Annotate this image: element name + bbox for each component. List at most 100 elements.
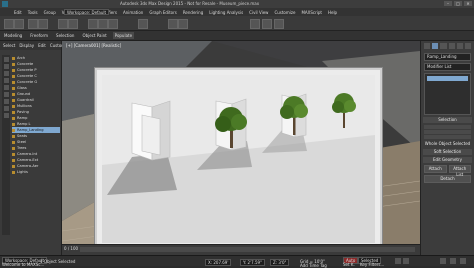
play-button[interactable] [395,258,401,264]
rotate-icon[interactable] [98,19,108,29]
mirror-icon[interactable] [168,19,178,29]
filter-lights-icon[interactable] [3,71,9,76]
filter-cameras-icon[interactable] [3,78,9,83]
title-bar: Autodesk 3ds Max Design 2015 - Not for R… [0,0,474,8]
whole-object-selected-label: Whole Object Selected [424,141,471,147]
zoom-extents-icon[interactable] [440,258,446,264]
layer-swatch-icon [12,164,15,168]
command-panel: Ramp_Landing Modifier List Selection Who… [420,41,474,255]
menu-maxscript[interactable]: MAXScript [301,10,322,15]
explorer-filter-bar [2,55,10,235]
filter-groups-icon[interactable] [3,99,9,104]
render-icon[interactable] [274,19,284,29]
explorer-item-label: Ramp L [17,122,31,126]
layer-swatch-icon [12,152,15,156]
viewport-label[interactable]: [+] [Camera001] [Realistic] [66,43,121,48]
unlink-icon[interactable] [38,19,48,29]
layer-swatch-icon [12,68,15,72]
orbit-icon[interactable] [460,258,466,264]
pan-view-icon[interactable] [450,258,456,264]
select-by-name-icon[interactable] [68,19,78,29]
explorer-item-label: Ramp_Landing [17,128,44,132]
select-object-icon[interactable] [58,19,68,29]
layer-swatch-icon [12,80,15,84]
explorer-item-label: Arch [17,56,26,60]
menu-lighting-analysis[interactable]: Lighting Analysis [209,10,243,15]
modifier-list-dropdown[interactable]: Modifier List [424,63,471,71]
ribbon-tab-populate[interactable]: Populate [112,32,135,39]
explorer-tab-select[interactable]: Select [3,43,15,48]
scene-explorer: Select Display Edit Customize Arch Concre… [0,41,71,255]
render-setup-icon[interactable] [262,19,272,29]
move-icon[interactable] [88,19,98,29]
filter-spacewarps-icon[interactable] [3,92,9,97]
modifier-stack[interactable] [424,73,471,115]
explorer-list-item[interactable]: Lights [12,169,60,175]
ribbon-tab-selection[interactable]: Selection [54,32,76,39]
modifier-stack-item[interactable] [427,76,468,81]
key-filters-button[interactable]: Key Filters... [360,262,384,267]
timeline-track[interactable] [80,247,415,252]
filter-shapes-icon[interactable] [3,64,9,69]
menu-tools[interactable]: Tools [28,10,38,15]
explorer-item-label: Camera-Ext [17,158,39,162]
explorer-tab-display[interactable]: Display [19,43,34,48]
next-frame-button[interactable] [403,258,409,264]
filter-geometry-icon[interactable] [3,57,9,62]
attach-list-button[interactable]: Attach List [448,165,471,177]
set-key-button[interactable]: Set K. [343,262,355,267]
snap-icon[interactable] [138,19,148,29]
billboard-plane-1c [141,114,161,156]
explorer-object-list: Arch Concrete Concrete P Concrete C Concrete… [12,55,60,175]
close-button[interactable]: ✕ [464,1,472,6]
menu-animation[interactable]: Animation [123,10,143,15]
menu-customize[interactable]: Customize [274,10,295,15]
material-editor-icon[interactable] [250,19,260,29]
frame-counter[interactable]: 0 / 100 [64,246,78,251]
x-coordinate-field[interactable]: X: 207.69' [205,259,232,266]
create-tab-icon[interactable] [424,43,431,49]
display-tab-icon[interactable] [456,43,463,49]
rollout-soft-selection[interactable]: Soft Selection [423,149,472,155]
explorer-item-label: Camera-Aer [17,164,39,168]
attach-button[interactable]: Attach [424,165,447,173]
utilities-tab-icon[interactable] [464,43,472,49]
y-coordinate-field[interactable]: Y: 2'7.59" [240,259,265,266]
modify-tab-icon[interactable] [432,43,439,49]
welcome-maxscript[interactable]: Welcome to MAXSc... [2,262,44,267]
object-name-field[interactable]: Ramp_Landing [424,53,471,61]
select-link-icon[interactable] [28,19,38,29]
detach-button[interactable]: Detach [424,175,471,183]
ribbon-tab-freeform[interactable]: Freeform [28,32,50,39]
redo-icon[interactable] [14,19,24,29]
menu-edit[interactable]: Edit [14,10,22,15]
undo-icon[interactable] [4,19,14,29]
menu-group[interactable]: Group [44,10,56,15]
layer-swatch-icon [12,146,15,150]
filter-bones-icon[interactable] [3,113,9,118]
selection-option [424,130,471,134]
motion-tab-icon[interactable] [448,43,455,49]
hierarchy-tab-icon[interactable] [440,43,447,49]
align-icon[interactable] [178,19,188,29]
layer-swatch-icon [12,56,15,60]
menu-graph-editors[interactable]: Graph Editors [149,10,176,15]
menu-rendering[interactable]: Rendering [183,10,203,15]
scale-icon[interactable] [108,19,118,29]
app-icon[interactable] [2,1,8,7]
filter-helpers-icon[interactable] [3,85,9,90]
rollout-edit-geometry[interactable]: Edit Geometry [423,157,472,163]
menu-civil-view[interactable]: Civil View [249,10,268,15]
menu-help[interactable]: Help [328,10,337,15]
filter-xrefs-icon[interactable] [3,106,9,111]
ribbon-tab-modeling[interactable]: Modeling [2,32,24,39]
ribbon-tab-object-paint[interactable]: Object Paint [80,32,108,39]
z-coordinate-field[interactable]: Z: 3'0" [270,259,290,266]
minimize-button[interactable]: – [444,1,452,6]
explorer-item-label: Concrete C [17,74,37,78]
maximize-button[interactable]: □ [454,1,462,6]
explorer-tab-edit[interactable]: Edit [38,43,46,48]
rollout-selection[interactable]: Selection [423,117,472,123]
layer-swatch-icon [12,98,15,102]
workspace-dropdown[interactable]: Workspace: Default [64,9,110,15]
